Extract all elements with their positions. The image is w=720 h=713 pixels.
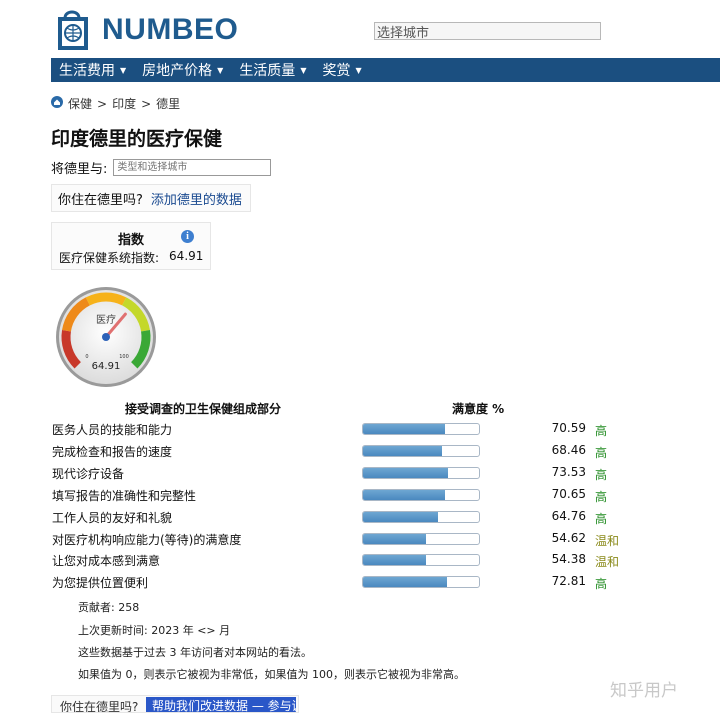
nav-item-property-prices[interactable]: 房地产价格 ▼ (134, 58, 231, 82)
gauge-band-3 (85, 292, 127, 306)
nav-item-rewards[interactable]: 奖赏 ▼ (314, 58, 369, 82)
satisfaction-value: 72.81 (551, 574, 586, 588)
nav-item-label: 房地产价格 (142, 63, 213, 79)
satisfaction-bar (362, 533, 480, 545)
gauge-min-label: 0 (85, 354, 88, 360)
index-value: 64.91 (169, 249, 204, 263)
satisfaction-bar-fill (363, 468, 449, 478)
satisfaction-value: 64.76 (551, 509, 586, 523)
component-label: 为您提供位置便利 (52, 576, 149, 590)
live-question: 你住在德里吗? (58, 192, 143, 208)
satisfaction-bar (362, 554, 480, 566)
satisfaction-bar (362, 489, 480, 501)
satisfaction-bar (362, 576, 480, 588)
breadcrumb-link-country[interactable]: 印度 (112, 95, 136, 112)
add-data-link[interactable]: 添加德里的数据 (151, 189, 242, 208)
live-in-city-box: 你住在德里吗? 添加德里的数据 (51, 184, 251, 212)
caret-down-icon: ▼ (120, 65, 127, 75)
satisfaction-bar-fill (363, 534, 427, 544)
logo-text: NUMBEO (102, 13, 239, 46)
component-label: 医务人员的技能和能力 (52, 423, 173, 437)
satisfaction-bar-fill (363, 555, 427, 565)
component-label: 对医疗机构响应能力(等待)的满意度 (52, 533, 242, 547)
satisfaction-level: 高 (595, 577, 608, 591)
satisfaction-value: 54.38 (551, 552, 586, 566)
numbeo-logo[interactable]: NUMBEO (52, 8, 238, 52)
main-nav: 生活费用 ▼ 房地产价格 ▼ 生活质量 ▼ 奖赏 ▼ (51, 58, 720, 82)
page-title: 印度德里的医疗保健 (51, 128, 223, 150)
info-icon[interactable]: i (181, 230, 194, 243)
satisfaction-bar-fill (363, 424, 445, 434)
satisfaction-bar (362, 467, 480, 479)
nav-item-label: 生活质量 (239, 63, 296, 79)
caret-down-icon: ▼ (355, 65, 362, 75)
breadcrumb-link-city[interactable]: 德里 (156, 95, 180, 112)
satisfaction-value: 70.65 (551, 487, 586, 501)
gauge-value: 64.91 (92, 361, 121, 372)
satisfaction-value: 54.62 (551, 531, 586, 545)
nav-item-cost-of-living[interactable]: 生活费用 ▼ (51, 58, 134, 82)
compare-city-input[interactable] (113, 159, 272, 176)
breadcrumb: 保健 > 印度 > 德里 (51, 95, 180, 112)
satisfaction-level: 高 (595, 512, 608, 526)
compare-city: 将德里与: (51, 158, 272, 177)
satisfaction-level: 高 (595, 490, 608, 504)
scale-note: 如果值为 0，则表示它被视为非常低，如果值为 100，则表示它被视为非常高。 (78, 668, 465, 681)
satisfaction-bar-fill (363, 577, 448, 587)
basis-note: 这些数据基于过去 3 年访问者对本网站的看法。 (78, 646, 312, 659)
component-label: 让您对成本感到满意 (52, 554, 161, 568)
caret-down-icon: ▼ (300, 65, 307, 75)
breadcrumb-separator: > (141, 96, 152, 111)
city-search-input[interactable] (374, 22, 601, 40)
watermark: 知乎用户 (610, 681, 678, 701)
satisfaction-bar-fill (363, 490, 445, 500)
bottom-survey-box: 你住在德里吗? 帮助我们改进数据 — 参与调查 (51, 695, 299, 713)
nav-item-label: 奖赏 (322, 63, 351, 79)
gauge-hub (102, 333, 110, 341)
component-label: 现代诊疗设备 (52, 467, 125, 481)
contributors-note: 贡献者: 258 (78, 601, 140, 614)
satisfaction-level: 高 (595, 468, 608, 482)
satisfaction-bar (362, 445, 480, 457)
health-care-gauge: 医疗 0 100 64.91 (54, 285, 158, 393)
col-header-satisfaction: 满意度 % (452, 402, 505, 416)
satisfaction-level: 温和 (595, 534, 620, 548)
index-label: 医疗保健系统指数: (59, 251, 160, 265)
component-label: 完成检查和报告的速度 (52, 445, 173, 459)
gauge-label: 医疗 (96, 313, 116, 326)
index-box: 指数 i 医疗保健系统指数: 64.91 (51, 222, 211, 270)
nav-item-quality-of-life[interactable]: 生活质量 ▼ (231, 58, 314, 82)
satisfaction-value: 68.46 (551, 443, 586, 457)
shopping-bag-logo-icon (52, 8, 98, 52)
col-header-component: 接受调查的卫生保健组成部分 (125, 402, 282, 416)
satisfaction-level: 温和 (595, 555, 620, 569)
satisfaction-bar-fill (363, 446, 443, 456)
component-label: 工作人员的友好和礼貌 (52, 511, 173, 525)
satisfaction-level: 高 (595, 424, 608, 438)
nav-item-label: 生活费用 (59, 63, 115, 79)
gauge-max-label: 100 (119, 354, 129, 360)
satisfaction-value: 70.59 (551, 421, 586, 435)
breadcrumb-link-health[interactable]: 保健 (68, 95, 92, 112)
caret-down-icon: ▼ (217, 65, 224, 75)
satisfaction-value: 73.53 (551, 465, 586, 479)
component-label: 填写报告的准确性和完整性 (52, 489, 197, 503)
home-icon[interactable] (51, 96, 63, 111)
satisfaction-bar (362, 511, 480, 523)
breadcrumb-separator: > (97, 96, 108, 111)
satisfaction-level: 高 (595, 446, 608, 460)
satisfaction-bar-fill (363, 512, 439, 522)
compare-label: 将德里与: (51, 162, 108, 177)
satisfaction-bar (362, 423, 480, 435)
last-update-note: 上次更新时间: 2023 年 <> 月 (78, 624, 231, 637)
